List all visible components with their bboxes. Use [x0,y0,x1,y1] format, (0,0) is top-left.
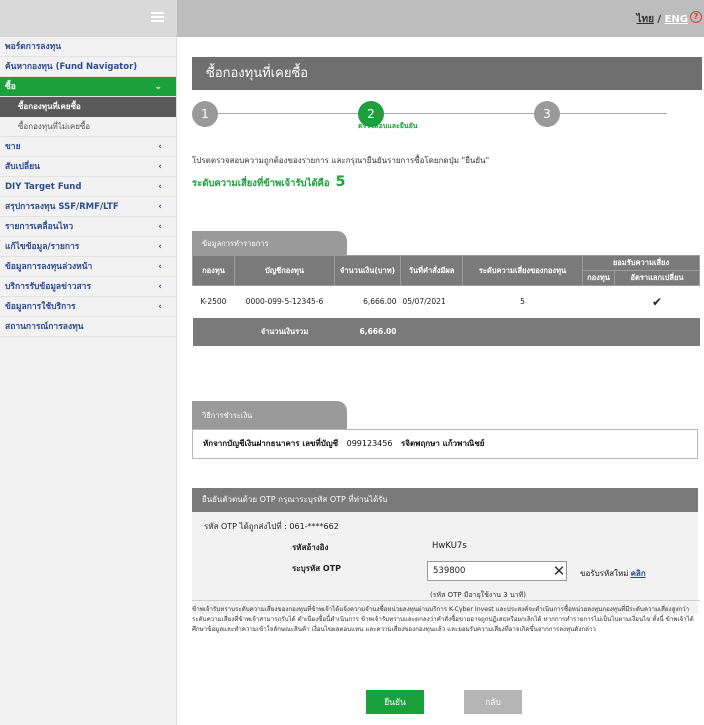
sidebar-item-market-situation[interactable]: สถานการณ์การลงทุน [0,317,176,337]
otp-resend: ขอรับรหัสใหม่ คลิก [580,567,646,580]
sidebar-item-label: พอร์ตการลงทุน [5,42,62,52]
otp-section: รหัส OTP ได้ถูกส่งไปที่ : 061-****662 รห… [192,512,698,614]
sidebar-item-diy-target-fund[interactable]: DIY Target Fund ‹ [0,177,176,197]
chevron-left-icon: ‹ [158,182,162,192]
help-icon[interactable]: ? [690,11,702,23]
sidebar-item-label: ข้อมูลการลงทุนล่วงหน้า [5,262,93,272]
sidebar-item-usage-info[interactable]: ข้อมูลการใช้บริการ ‹ [0,297,176,317]
sidebar-item-advance-invest[interactable]: ข้อมูลการลงทุนล่วงหน้า ‹ [0,257,176,277]
cell-amount: 6,666.00 [334,285,401,318]
hamburger-menu-icon[interactable] [151,12,164,22]
check-icon: ✔ [614,285,700,318]
col-date: วันที่คำสั่งมีผล [400,255,463,286]
cell-date: 05/07/2021 [400,285,463,318]
risk-level: ระดับความเสี่ยงที่ข้าพเจ้ารับได้คือ 5 [192,174,345,191]
total-value: 6,666.00 [334,317,401,346]
chevron-left-icon: ‹ [158,302,162,312]
sidebar-item-label: แก้ไขข้อมูล/รายการ [5,242,80,252]
main-content: ซื้อกองทุนที่เคยซื้อ 1 2 3 ตรวจสอบและยืน… [177,37,704,725]
top-bar: ไทย / ENG ? [0,0,704,37]
sidebar-item-portfolio[interactable]: พอร์ตการลงทุน [0,37,176,57]
chevron-left-icon: ‹ [158,202,162,212]
col-accept-risk: ยอมรับความเสี่ยง [582,255,700,271]
sidebar-item-edit[interactable]: แก้ไขข้อมูล/รายการ ‹ [0,237,176,257]
stepper: 1 2 3 ตรวจสอบและยืนยัน [192,99,697,139]
chevron-left-icon: ‹ [158,282,162,292]
order-table: กองทุน บัญชีกองทุน จำนวนเงิน(บาท) วันที่… [192,255,700,346]
col-accept-fx: อัตราแลกเปลี่ยน [614,270,700,286]
lang-separator: / [653,14,665,25]
language-switcher: ไทย / ENG [636,12,688,27]
step-3: 3 [534,101,560,127]
chevron-left-icon: ‹ [158,142,162,152]
col-accept-fund: กองทุน [582,270,615,286]
otp-resend-text: ขอรับรหัสใหม่ [580,569,629,578]
total-label: จำนวนเงินรวม [234,317,335,346]
sidebar-item-switch[interactable]: สับเปลี่ยน ‹ [0,157,176,177]
otp-section-header: ยืนยันตัวตนด้วย OTP กรุณาระบุรหัส OTP ที… [192,488,698,512]
cell-account: 0000-099-5-12345-6 [234,285,335,318]
table-total-row: จำนวนเงินรวม 6,666.00 [192,317,700,346]
sidebar-item-fund-navigator[interactable]: ค้นหากองทุน (Fund Navigator) [0,57,176,77]
sidebar-item-label: สถานการณ์การลงทุน [5,322,84,332]
lang-en-link[interactable]: ENG [665,14,688,25]
sidebar-item-sell[interactable]: ขาย ‹ [0,137,176,157]
sidebar-item-label: DIY Target Fund [5,182,82,192]
chevron-left-icon: ‹ [158,242,162,252]
cell-fund: K-2500 [192,285,235,318]
confirm-button[interactable]: ยืนยัน [366,690,424,714]
otp-input[interactable] [427,561,567,581]
sidebar-item-label: ข้อมูลการใช้บริการ [5,302,76,312]
otp-resend-link[interactable]: คลิก [631,569,646,578]
clear-icon[interactable]: ✕ [552,561,566,581]
payment-section-tab: วิธีการชำระเงิน [192,401,347,429]
lang-th-link[interactable]: ไทย [636,14,653,25]
sidebar-item-label: ค้นหากองทุน (Fund Navigator) [5,62,138,72]
sidebar-subitem-buy-existing[interactable]: ซื้อกองทุนที่เคยซื้อ [0,97,176,117]
table-row: K-2500 0000-099-5-12345-6 6,666.00 05/07… [192,285,700,318]
col-risk: ระดับความเสี่ยงของกองทุน [462,255,583,286]
otp-ref-value: HwKU7s [432,541,467,551]
step-2-label: ตรวจสอบและยืนยัน [358,122,418,130]
risk-disclaimer: ข้าพเจ้ารับทราบระดับความเสี่ยงของกองทุนท… [192,600,700,635]
risk-level-label: ระดับความเสี่ยงที่ข้าพเจ้ารับได้คือ [192,178,330,189]
risk-level-value: 5 [335,174,346,190]
sidebar-subitem-buy-new[interactable]: ซื้อกองทุนที่ไม่เคยซื้อ [0,117,176,137]
chevron-left-icon: ‹ [158,262,162,272]
sidebar-item-label: บริการรับข้อมูลข่าวสาร [5,282,92,292]
sidebar-item-label: ขาย [5,142,21,152]
sidebar-item-label: ซื้อ [5,82,16,92]
chevron-down-icon: ⌄ [154,82,162,92]
otp-ref-label: รหัสอ้างอิง [292,543,329,552]
sidebar-item-label: สับเปลี่ยน [5,162,40,172]
sidebar-item-label: สรุปการลงทุน SSF/RMF/LTF [5,202,119,212]
sidebar-item-tax-summary[interactable]: สรุปการลงทุน SSF/RMF/LTF ‹ [0,197,176,217]
col-fund: กองทุน [192,255,235,286]
chevron-left-icon: ‹ [158,222,162,232]
stepper-line [207,113,667,114]
page-title: ซื้อกองทุนที่เคยซื้อ [192,57,702,90]
back-button[interactable]: กลับ [464,690,522,714]
otp-input-label: ระบุรหัส OTP [292,564,342,573]
sidebar-item-label: รายการเคลื่อนไหว [5,222,74,232]
sidebar-item-news[interactable]: บริการรับข้อมูลข่าวสาร ‹ [0,277,176,297]
sidebar-item-transactions[interactable]: รายการเคลื่อนไหว ‹ [0,217,176,237]
otp-sent-to: รหัส OTP ได้ถูกส่งไปที่ : 061-****662 [204,522,339,531]
payment-account-holder: รจิตพฤกษา แก้วพาณิชย์ [400,439,485,448]
payment-account-no: 099123456 [346,439,393,448]
col-account: บัญชีกองทุน [234,255,335,286]
payment-method-box: หักจากบัญชีเงินฝากธนาคาร เลขที่บัญชี 099… [192,429,698,459]
order-section-tab: ข้อมูลการทำรายการ [192,231,347,255]
sidebar-item-buy[interactable]: ซื้อ ⌄ [0,77,176,97]
instruction-text: โปรดตรวจสอบความถูกต้องของรายการ และกรุณา… [192,156,490,165]
col-amount: จำนวนเงิน(บาท) [334,255,401,286]
payment-method: หักจากบัญชีเงินฝากธนาคาร เลขที่บัญชี [203,439,339,448]
chevron-left-icon: ‹ [158,162,162,172]
top-bar-left [0,0,177,37]
sidebar: พอร์ตการลงทุน ค้นหากองทุน (Fund Navigato… [0,37,177,725]
step-1: 1 [192,101,218,127]
cell-risk: 5 [462,285,583,318]
